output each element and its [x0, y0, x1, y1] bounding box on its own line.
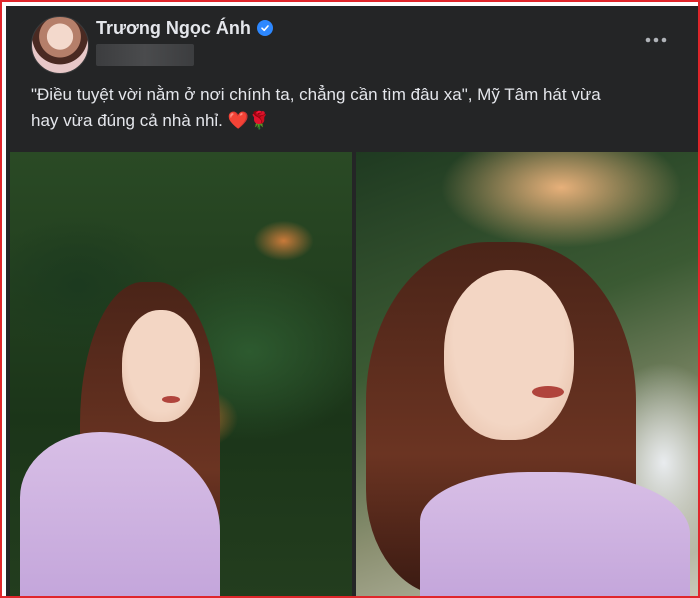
author-name[interactable]: Trương Ngọc Ánh: [96, 18, 251, 39]
photo-grid: [10, 152, 698, 596]
post-text: "Điều tuyệt vời nằm ở nơi chính ta, chẳn…: [31, 82, 681, 134]
person-figure: [10, 152, 352, 596]
person-figure: [356, 152, 698, 596]
post-text-line-2: hay vừa đúng cả nhà nhỉ. ❤️🌹: [31, 111, 270, 130]
author-row: Trương Ngọc Ánh: [96, 17, 273, 39]
post-text-line-1: "Điều tuyệt vời nằm ở nơi chính ta, chẳn…: [31, 85, 601, 104]
author-avatar[interactable]: [31, 16, 89, 74]
photo-2[interactable]: [356, 152, 698, 596]
more-options-icon: [645, 37, 667, 43]
post-header: Trương Ngọc Ánh: [6, 6, 698, 74]
post-meta-redacted: [96, 44, 194, 66]
photo-1[interactable]: [10, 152, 352, 596]
more-options-button[interactable]: [640, 28, 672, 52]
verified-badge-icon: [256, 20, 273, 36]
screenshot-frame: Trương Ngọc Ánh "Điều tuyệt vời nằm ở nơ…: [0, 0, 700, 598]
post-card: Trương Ngọc Ánh "Điều tuyệt vời nằm ở nơ…: [6, 6, 698, 596]
